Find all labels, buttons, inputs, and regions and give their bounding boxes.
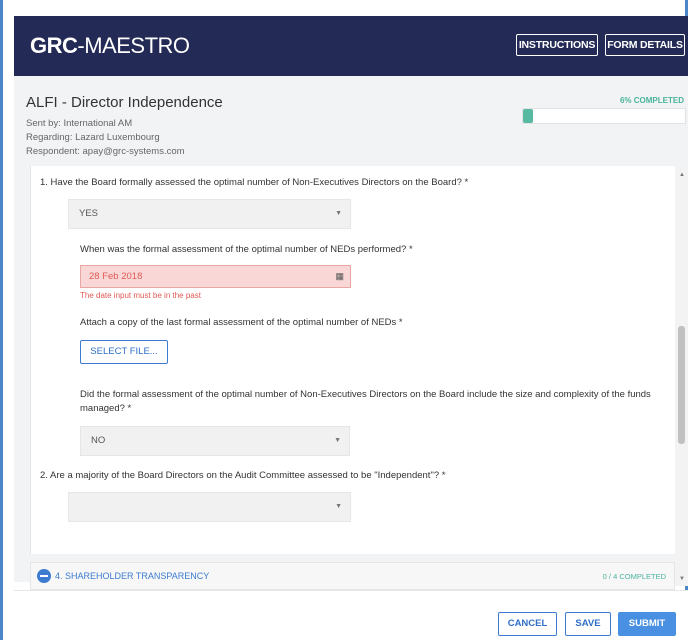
minus-circle-icon[interactable]: [37, 569, 51, 583]
form-info: ALFI - Director Independence Sent by: In…: [14, 76, 688, 166]
progress-bar: [522, 108, 686, 124]
attach-question-text: Attach a copy of the last formal assessm…: [80, 317, 403, 328]
size-question-text: Did the formal assessment of the optimal…: [80, 389, 651, 414]
size-complexity-select[interactable]: NO ▼: [80, 426, 350, 456]
regarding-text: Regarding: Lazard Luxembourg: [26, 132, 160, 143]
chevron-down-icon: ▼: [335, 503, 342, 510]
scroll-up-arrow-icon[interactable]: ▲: [679, 172, 685, 178]
app-header: GRC-MAESTRO INSTRUCTIONS FORM DETAILS: [14, 16, 688, 76]
chevron-down-icon: ▼: [334, 437, 341, 444]
question-1-text: 1. Have the Board formally assessed the …: [40, 177, 469, 188]
question-1-value: YES: [79, 208, 99, 219]
size-complexity-value: NO: [91, 435, 106, 446]
date-error-message: The date input must be in the past: [80, 291, 201, 300]
footer-actions: CANCEL SAVE SUBMIT: [14, 590, 688, 640]
respondent-text: Respondent: apay@grc-systems.com: [26, 146, 185, 157]
calendar-icon[interactable]: ▦: [335, 266, 344, 287]
assessment-date-input[interactable]: 28 Feb 2018 ▦: [80, 265, 351, 288]
select-file-button[interactable]: SELECT FILE...: [80, 340, 168, 364]
submit-button[interactable]: SUBMIT: [618, 612, 676, 636]
section-status: 0 / 4 COMPLETED: [602, 572, 666, 581]
progress-label: 6% COMPLETED: [619, 96, 684, 105]
date-value: 28 Feb 2018: [89, 271, 143, 282]
sent-by-text: Sent by: International AM: [26, 118, 133, 129]
cancel-button[interactable]: CANCEL: [498, 612, 557, 636]
progress-fill: [523, 109, 533, 123]
form-title: ALFI - Director Independence: [26, 94, 223, 111]
form-details-button[interactable]: FORM DETAILS: [605, 34, 685, 56]
scrollbar[interactable]: ▲ ▼: [675, 166, 688, 586]
question-2-text: 2. Are a majority of the Board Directors…: [40, 470, 446, 481]
chevron-down-icon: ▼: [335, 210, 342, 217]
scroll-down-arrow-icon[interactable]: ▼: [679, 576, 685, 582]
question-1-select[interactable]: YES ▼: [68, 199, 351, 229]
date-question-text: When was the formal assessment of the op…: [80, 244, 413, 255]
section-shareholder-transparency[interactable]: 4. SHAREHOLDER TRANSPARENCY 0 / 4 COMPLE…: [30, 562, 675, 590]
logo: GRC-MAESTRO: [30, 33, 190, 58]
section-title: 4. SHAREHOLDER TRANSPARENCY: [55, 571, 210, 581]
scrollbar-thumb[interactable]: [678, 326, 685, 444]
save-button[interactable]: SAVE: [565, 612, 611, 636]
instructions-button[interactable]: INSTRUCTIONS: [516, 34, 598, 56]
question-2-select[interactable]: ▼: [68, 492, 351, 522]
